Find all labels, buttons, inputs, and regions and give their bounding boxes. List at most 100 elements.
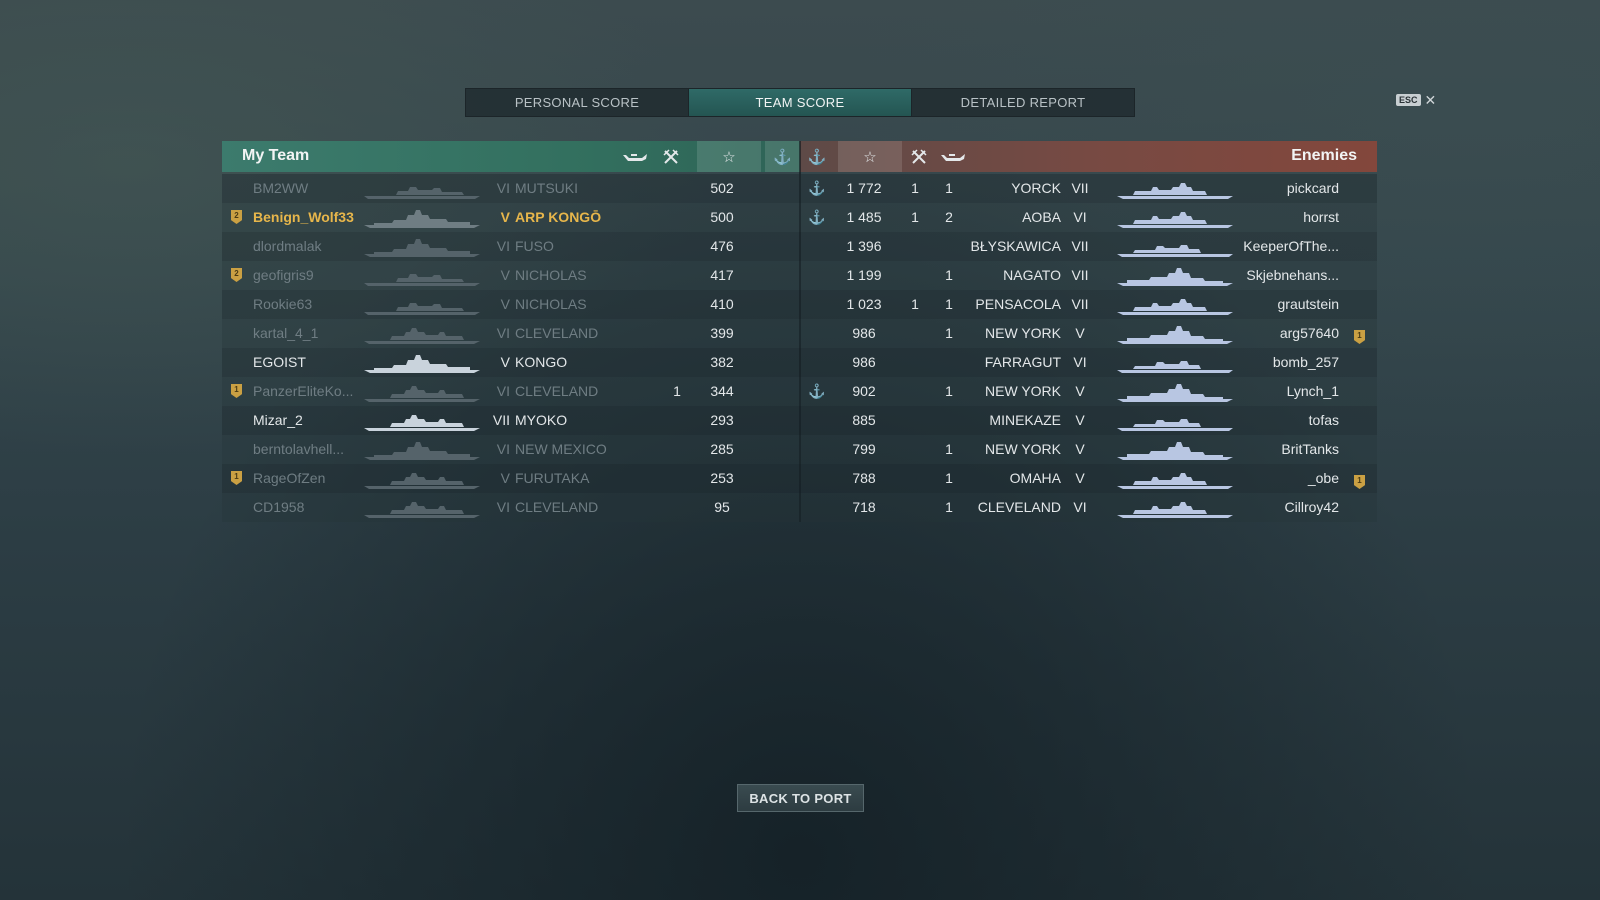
player-name[interactable]: _obe — [1222, 464, 1339, 493]
kills-count — [898, 319, 932, 348]
battleship-icon — [362, 207, 482, 228]
destroyer-icon — [362, 178, 482, 199]
cruiser-icon — [1115, 207, 1235, 228]
player-name[interactable]: Lynch_1 — [1222, 377, 1339, 406]
score-value: 410 — [710, 296, 734, 312]
kills-count: 1 — [911, 180, 919, 196]
score-value: 1 396 — [846, 238, 882, 254]
player-name[interactable]: tofas — [1222, 406, 1339, 435]
cruiser-icon — [1115, 497, 1235, 518]
plane-icon[interactable] — [936, 141, 970, 172]
player-name[interactable]: arg57640 — [1222, 319, 1339, 348]
score-value: 788 — [852, 470, 876, 486]
tab-team-score[interactable]: TEAM SCORE — [689, 89, 912, 116]
ship-name: FUSO — [515, 238, 554, 254]
ship-name: YORCK — [1011, 180, 1061, 196]
ship-tier: V — [1075, 325, 1085, 341]
ship-tier: VI — [496, 325, 510, 341]
table-row: 2 geofigris9 V NICHOLAS 417 1 199 1 NAGATO VII Sk… — [222, 261, 1377, 290]
planes-count — [932, 406, 966, 435]
table-row: BM2WW VI MUTSUKI 502 ⚓ 1 772 1 1 YORCK VII pickcar… — [222, 174, 1377, 203]
anchor-icon: ⚓ — [808, 383, 826, 399]
ship-name: CLEVELAND — [515, 499, 599, 515]
player-name[interactable]: geofigris9 — [253, 261, 358, 290]
crossed-swords-icon[interactable] — [654, 141, 688, 172]
player-name[interactable]: KeeperOfThe... — [1222, 232, 1339, 261]
battleship-icon — [1115, 439, 1235, 460]
plane-icon[interactable] — [618, 141, 652, 172]
planes-count: 1 — [945, 470, 953, 486]
kills-count — [898, 435, 932, 464]
crossed-swords-icon[interactable] — [902, 141, 936, 172]
star-icon[interactable]: ☆ — [838, 141, 902, 172]
player-name[interactable]: Skjebnehans... — [1222, 261, 1339, 290]
ship-name: KONGO — [515, 354, 568, 370]
player-name[interactable]: bomb_257 — [1222, 348, 1339, 377]
planes-count: 2 — [945, 209, 953, 225]
anchor-icon[interactable]: ⚓ — [765, 141, 800, 172]
player-name[interactable]: CD1958 — [253, 493, 358, 522]
player-name[interactable]: dlordmalak — [253, 232, 358, 261]
player-name[interactable]: pickcard — [1222, 174, 1339, 203]
score-value: 799 — [852, 441, 876, 457]
tab-detailed-report[interactable]: DETAILED REPORT — [912, 89, 1134, 116]
kills-count — [898, 464, 932, 493]
player-name[interactable]: Cillroy42 — [1222, 493, 1339, 522]
score-value: 1 485 — [846, 209, 882, 225]
ship-name: MYOKO — [515, 412, 568, 428]
score-table-body: BM2WW VI MUTSUKI 502 ⚓ 1 772 1 1 YORCK VII pickcar… — [222, 174, 1377, 522]
ship-name: MUTSUKI — [515, 180, 578, 196]
player-name[interactable]: PanzerEliteKo... — [253, 377, 358, 406]
destroyer-icon — [1115, 352, 1235, 373]
kills-count — [898, 232, 932, 261]
score-value: 986 — [852, 325, 876, 341]
cruiser-icon — [362, 323, 482, 344]
player-name[interactable]: kartal_4_1 — [253, 319, 358, 348]
ship-tier: VI — [496, 441, 510, 457]
player-name[interactable]: BritTanks — [1222, 435, 1339, 464]
ship-name: FARRAGUT — [984, 354, 1061, 370]
close-icon: ✕ — [1424, 92, 1437, 108]
battle-results-screen: PERSONAL SCORE TEAM SCORE DETAILED REPOR… — [0, 0, 1600, 900]
back-to-port-button[interactable]: BACK TO PORT — [737, 784, 864, 812]
kills-count — [667, 290, 687, 319]
score-value: 476 — [710, 238, 734, 254]
player-name[interactable]: BM2WW — [253, 174, 358, 203]
star-icon[interactable]: ☆ — [697, 141, 761, 172]
results-tabs: PERSONAL SCORE TEAM SCORE DETAILED REPOR… — [465, 88, 1135, 117]
player-name[interactable]: Benign_Wolf33 — [253, 203, 358, 232]
battleship-icon — [362, 352, 482, 373]
ship-tier: V — [500, 209, 510, 225]
planes-count: 1 — [945, 180, 953, 196]
score-value: 986 — [852, 354, 876, 370]
ship-tier: VII — [1071, 180, 1089, 196]
planes-count: 1 — [945, 325, 953, 341]
tab-personal-score[interactable]: PERSONAL SCORE — [466, 89, 689, 116]
enemies-title: Enemies — [1291, 147, 1357, 164]
score-value: 95 — [714, 499, 730, 515]
planes-count: 1 — [945, 441, 953, 457]
kills-count — [898, 261, 932, 290]
kills-count — [898, 406, 932, 435]
ship-name: NICHOLAS — [515, 267, 587, 283]
ship-tier: VII — [1071, 238, 1089, 254]
anchor-icon[interactable]: ⚓ — [800, 141, 834, 172]
cruiser-icon — [1115, 468, 1235, 489]
close-button[interactable]: ESC ✕ — [1396, 92, 1437, 108]
kills-count — [667, 464, 687, 493]
cruiser-icon — [362, 497, 482, 518]
player-name[interactable]: EGOIST — [253, 348, 358, 377]
player-name[interactable]: berntolavhell... — [253, 435, 358, 464]
battleship-icon — [1115, 323, 1235, 344]
planes-count: 1 — [945, 267, 953, 283]
table-row: EGOIST V KONGO 382 986 FARRAGUT VI bomb_257 — [222, 348, 1377, 377]
player-name[interactable]: grautstein — [1222, 290, 1339, 319]
ship-name: FURUTAKA — [515, 470, 590, 486]
player-name[interactable]: horrst — [1222, 203, 1339, 232]
ship-tier: VII — [1071, 296, 1089, 312]
player-name[interactable]: RageOfZen — [253, 464, 358, 493]
kills-count — [898, 493, 932, 522]
player-name[interactable]: Rookie63 — [253, 290, 358, 319]
player-name[interactable]: Mizar_2 — [253, 406, 358, 435]
ship-tier: VII — [1071, 267, 1089, 283]
